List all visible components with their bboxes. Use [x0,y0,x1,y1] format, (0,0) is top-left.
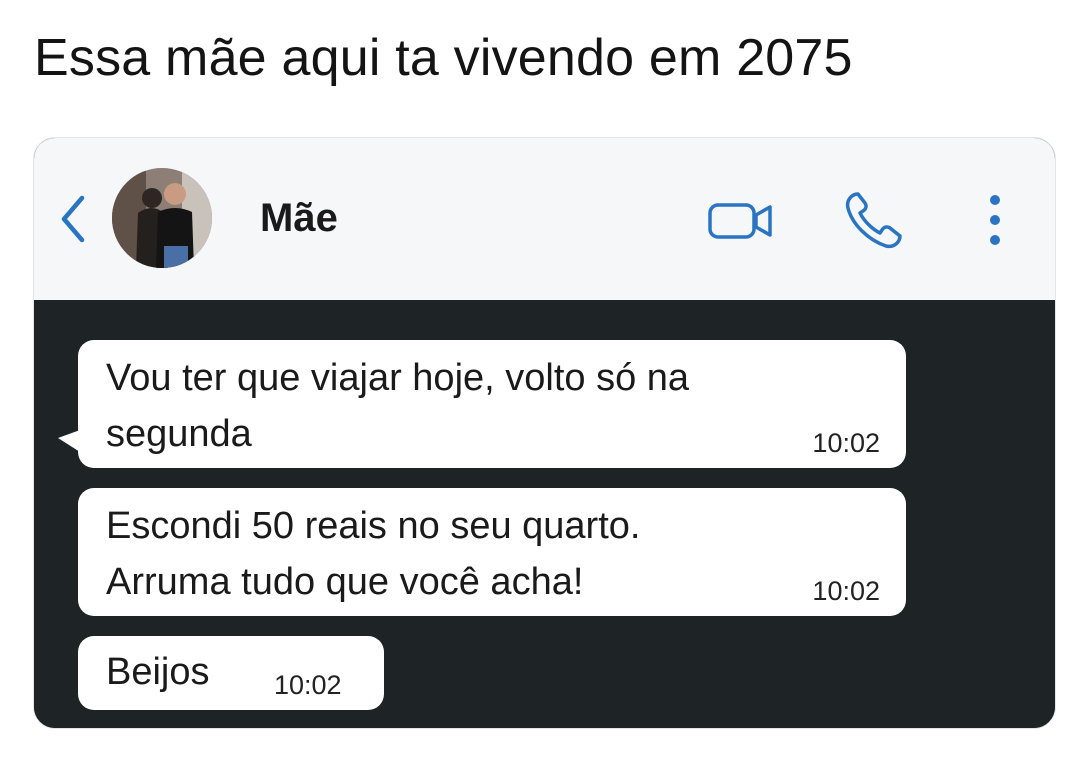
contact-avatar[interactable] [112,168,212,268]
phone-icon[interactable] [840,188,912,252]
chat-area: Vou ter que viajar hoje, volto só na seg… [34,300,1055,728]
bubble-tail [58,430,80,452]
message-text: Beijos [106,644,210,700]
message-line: Escondi 50 reais no seu quarto. [106,505,641,547]
message-time: 10:02 [812,576,880,606]
chat-screenshot: Mãe Vou ter que viajar hoje, volto só na… [33,137,1056,729]
message-text: Vou ter que viajar hoje, volto só na seg… [106,350,689,462]
message-line: segunda [106,413,252,455]
message-line: Beijos [106,651,210,693]
message-line: Arruma tudo que você acha! [106,561,584,603]
message-bubble[interactable]: Beijos 10:02 [78,636,384,710]
message-line: Vou ter que viajar hoje, volto só na [106,357,690,399]
more-vertical-icon[interactable] [980,190,1010,250]
message-time: 10:02 [274,670,342,700]
chevron-left-icon[interactable] [56,192,92,246]
contact-name[interactable]: Mãe [260,194,338,242]
post-caption: Essa mãe aqui ta vivendo em 2075 [34,29,853,87]
message-time: 10:02 [812,428,880,458]
video-camera-icon[interactable] [706,196,776,246]
chat-header: Mãe [34,138,1055,301]
message-bubble[interactable]: Vou ter que viajar hoje, volto só na seg… [58,340,906,468]
message-bubble[interactable]: Escondi 50 reais no seu quarto. Arruma t… [78,488,906,616]
message-text: Escondi 50 reais no seu quarto. Arruma t… [106,498,640,610]
